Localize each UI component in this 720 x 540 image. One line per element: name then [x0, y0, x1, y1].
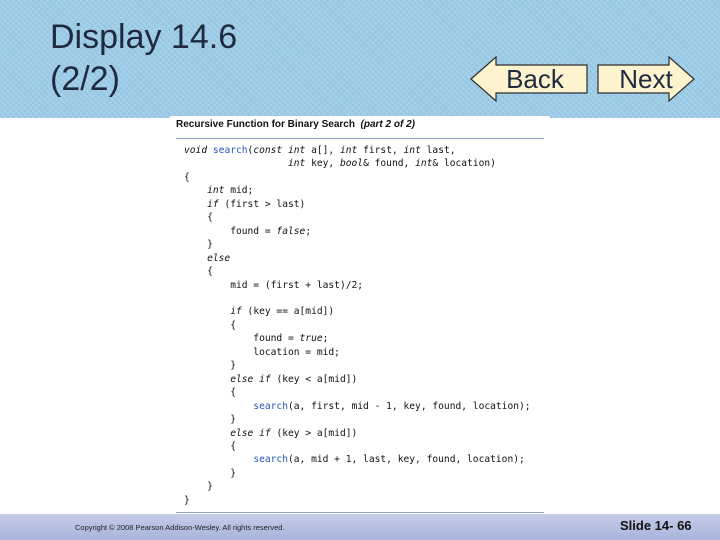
code-line: }	[184, 360, 236, 372]
code-heading-title: Recursive Function for Binary Search	[176, 119, 355, 130]
back-button[interactable]: Back	[470, 56, 588, 102]
code-line: {	[184, 171, 190, 183]
code-bottom-rule	[176, 512, 544, 513]
code-heading: Recursive Function for Binary Search (pa…	[176, 119, 415, 130]
copyright-notice: Copyright © 2008 Pearson Addison-Wesley.…	[75, 523, 285, 532]
next-button[interactable]: Next	[597, 56, 695, 102]
code-line: search(a, first, mid - 1, key, found, lo…	[253, 400, 531, 412]
code-line: void search(const int a[], int first, in…	[184, 145, 456, 156]
code-line: }	[184, 494, 190, 506]
code-line: int mid;	[207, 185, 254, 197]
code-line: else	[207, 252, 231, 264]
slide-title-line1: Display 14.6	[50, 18, 238, 56]
code-line: }	[184, 481, 213, 493]
code-line: search(a, mid + 1, last, key, found, loc…	[253, 454, 525, 466]
code-display: Recursive Function for Binary Search (pa…	[170, 116, 550, 514]
slide-footer: Copyright © 2008 Pearson Addison-Wesley.…	[0, 514, 720, 540]
code-line: int key, bool& found, int& location)	[287, 158, 496, 170]
slide-header: Display 14.6 (2/2) Back Next	[0, 0, 720, 118]
code-line: }	[184, 467, 236, 479]
code-line: if (key == a[mid])	[230, 306, 335, 318]
code-line: else if (key > a[mid])	[230, 427, 358, 439]
code-line: found = true;	[184, 333, 329, 345]
code-top-rule	[176, 138, 544, 139]
slide-title: Display 14.6 (2/2)	[50, 16, 237, 100]
slide-title-line2: (2/2)	[50, 60, 120, 98]
code-line: {	[184, 319, 236, 331]
code-line: }	[184, 414, 236, 426]
back-button-label: Back	[506, 63, 564, 94]
code-line: found = false;	[184, 225, 312, 237]
next-button-label: Next	[619, 63, 673, 94]
code-line: {	[184, 212, 213, 224]
code-line: location = mid;	[184, 346, 340, 358]
code-line: else if (key < a[mid])	[230, 373, 358, 385]
code-line: {	[184, 266, 213, 278]
code-heading-part: (part 2 of 2)	[360, 119, 415, 130]
code-line: {	[184, 440, 236, 452]
code-line: mid = (first + last)/2;	[184, 279, 364, 291]
slide-number: Slide 14- 66	[620, 518, 692, 533]
code-line: }	[184, 239, 213, 251]
code-listing: void search(const int a[], int first, in…	[184, 144, 531, 507]
code-line: {	[184, 387, 236, 399]
code-line: if (first > last)	[207, 198, 306, 210]
